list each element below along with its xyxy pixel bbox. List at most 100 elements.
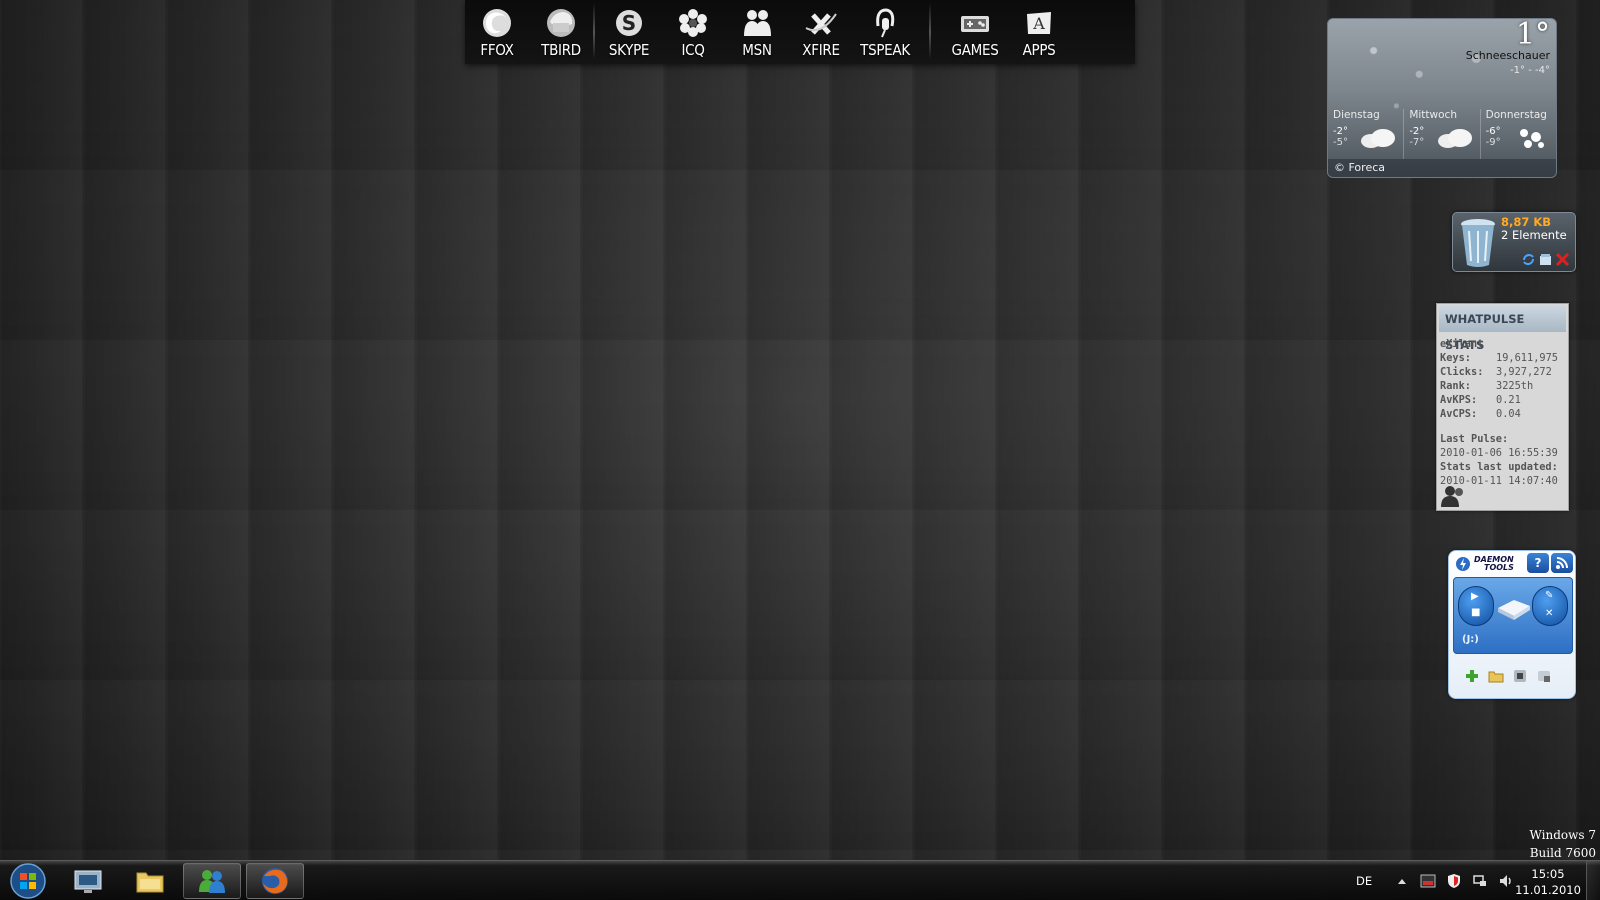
dock-item-firefox[interactable]: FFOX (465, 0, 529, 64)
stat-value: 0.21 (1496, 394, 1521, 406)
clock-time: 15:05 (1531, 867, 1565, 881)
stat-row: Rank: 3225th (1440, 379, 1565, 393)
taskbar-media-center[interactable] (59, 863, 117, 899)
dock-item-icq[interactable]: ICQ (661, 0, 725, 64)
dock-item-apps[interactable]: A APPS (1007, 0, 1071, 64)
watermark-os: Windows 7 (1529, 828, 1596, 842)
hfs-icon[interactable] (1420, 873, 1436, 889)
messenger-icon (199, 870, 225, 893)
snow-icon (1519, 129, 1544, 148)
skype-icon: S (616, 10, 642, 36)
firefox-icon (483, 9, 511, 37)
dock-item-skype[interactable]: S SKYPE (597, 0, 661, 64)
whatpulse-gadget[interactable]: WHATPULSE STATS eXilant Keys: 19,611,975 … (1436, 303, 1569, 511)
weather-gadget[interactable]: 1° Schneeschauer -1° - -4° Dienstag -2° … (1327, 18, 1557, 178)
dock-item-msn[interactable]: MSN (725, 0, 789, 64)
daemon-tools-logo: DAEMON TOOLS (1455, 554, 1514, 574)
last-pulse-value: 2010-01-06 16:55:39 (1440, 447, 1558, 459)
stat-row: AvKPS: 0.21 (1440, 393, 1565, 407)
dock-label: TBIRD (541, 41, 581, 59)
msn-buddies-icon (744, 10, 771, 36)
add-image-icon[interactable] (1463, 667, 1481, 685)
stat-key: Rank: (1440, 380, 1471, 392)
show-desktop-button[interactable] (1586, 861, 1600, 900)
dock-label: GAMES (951, 41, 999, 59)
dock-item-teamspeak[interactable]: TSPEAK (853, 0, 917, 64)
refresh-icon[interactable] (1521, 252, 1536, 267)
recycle-bin-gadget[interactable]: 8,87 KB 2 Elemente (1452, 212, 1576, 272)
svg-text:A: A (1032, 14, 1045, 33)
recycle-bin-size: 8,87 KB (1501, 215, 1552, 229)
security-shield-icon[interactable] (1446, 873, 1462, 889)
whatpulse-body: eXilant Keys: 19,611,975 Clicks: 3,927,272… (1437, 334, 1568, 491)
forecast-day: Mittwoch -2° -7° (1404, 109, 1481, 159)
thunderbird-icon (547, 9, 575, 37)
image-catalog-icon[interactable] (1511, 667, 1529, 685)
clock-date: 11.01.2010 (1515, 883, 1581, 897)
stat-row: AvCPS: 0.04 (1440, 407, 1565, 421)
stat-value: 19,611,975 (1496, 352, 1558, 364)
taskbar-messenger[interactable] (183, 863, 241, 899)
dock-item-xfire[interactable]: XFIRE (789, 0, 853, 64)
stats-updated-label: Stats last updated: (1440, 461, 1558, 473)
language-indicator[interactable]: DE (1356, 874, 1372, 888)
daemon-tools-gadget[interactable]: DAEMON TOOLS ? ▶ ■ ✎ ✕ (J:) (1448, 550, 1576, 699)
dock-label: FFOX (480, 41, 514, 59)
unmount-all-icon[interactable] (1535, 667, 1553, 685)
user-profile-icon[interactable] (1440, 485, 1466, 507)
dock-label: SKYPE (608, 41, 650, 59)
whatpulse-user: eXilant (1440, 338, 1484, 350)
clock[interactable]: 15:05 11.01.2010 (1512, 866, 1584, 898)
recycle-bin-icon (1461, 219, 1495, 267)
taskbar: DE 15:05 11.01.2010 (0, 860, 1600, 900)
stat-key: AvCPS: (1440, 408, 1478, 420)
lightning-icon (1456, 557, 1470, 571)
drive-settings-control[interactable]: ✎ ✕ (1532, 586, 1568, 626)
open-folder-icon[interactable] (1487, 667, 1505, 685)
cloudy-icon (1361, 129, 1396, 148)
logo-text: TOOLS (1484, 563, 1514, 572)
forecast-day-name: Donnerstag (1485, 109, 1547, 121)
cloudy-icon (1437, 129, 1472, 148)
dock-separator (929, 4, 931, 60)
close-icon: ✕ (1545, 608, 1554, 619)
explorer-folder-icon (136, 872, 164, 893)
taskbar-explorer[interactable] (121, 863, 179, 899)
wrench-icon: ✎ (1545, 590, 1554, 601)
mount-control[interactable]: ▶ ■ (1458, 586, 1494, 626)
weather-credit[interactable]: © Foreca (1328, 159, 1556, 177)
forecast-day: Dienstag -2° -5° (1328, 109, 1405, 159)
open-bin-icon[interactable] (1538, 252, 1553, 267)
xfire-icon (805, 13, 837, 35)
dock-group-misc: GAMES A APPS (943, 0, 1071, 64)
stat-row: Clicks: 3,927,272 (1440, 365, 1565, 379)
firefox-icon (262, 868, 288, 894)
start-orb-icon[interactable] (6, 862, 50, 900)
dock-label: TSPEAK (860, 41, 910, 59)
drive-letter: (J:) (1462, 634, 1479, 645)
network-icon[interactable] (1472, 873, 1488, 889)
stat-value: 3,927,272 (1496, 366, 1552, 378)
forecast-day-name: Dienstag (1333, 109, 1380, 121)
dock-item-thunderbird[interactable]: TBIRD (529, 0, 593, 64)
stat-value: 0.04 (1496, 408, 1521, 420)
launcher-dock: FFOX TBIRD S SKYPE ICQ MSN XFIRE TSPEAK (465, 0, 1135, 64)
recycle-bin-count: 2 Elemente (1501, 228, 1567, 242)
rss-button[interactable] (1551, 553, 1573, 573)
stat-row: Keys: 19,611,975 (1440, 351, 1565, 365)
taskbar-firefox[interactable] (246, 863, 304, 899)
help-button[interactable]: ? (1527, 553, 1549, 573)
dock-label: APPS (1022, 41, 1056, 59)
stat-value: 3225th (1496, 380, 1534, 392)
play-icon: ▶ (1471, 591, 1479, 602)
empty-bin-icon[interactable] (1555, 252, 1570, 267)
recycle-bin-actions (1521, 252, 1570, 267)
whatpulse-title: WHATPULSE STATS (1439, 306, 1566, 352)
virtual-drive-icon[interactable] (1494, 594, 1534, 622)
stop-icon: ■ (1471, 607, 1481, 618)
dock-label: MSN (742, 41, 772, 59)
gamepad-icon (961, 16, 989, 32)
tray-expand-icon[interactable] (1394, 873, 1410, 889)
dock-item-games[interactable]: GAMES (943, 0, 1007, 64)
forecast-day-name: Mittwoch (1409, 109, 1457, 121)
